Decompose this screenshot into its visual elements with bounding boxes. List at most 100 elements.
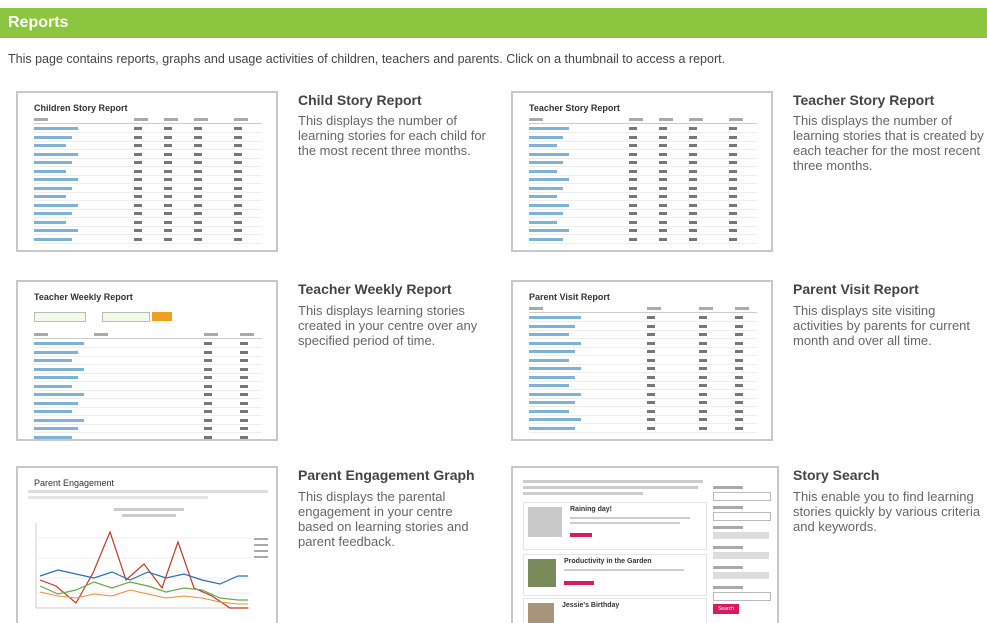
thumb-row-value [629,212,637,215]
thumb-row-value [699,358,707,362]
thumb-row-value [699,418,707,421]
thumb-row-value [629,203,637,207]
thumb-row-value [629,237,637,241]
thumb-row-name [34,393,84,396]
thumb-row-value [234,135,242,139]
teacher-story-report-thumbnail[interactable]: Teacher Story Report [511,91,773,252]
thumb-row-value [134,186,142,190]
thumb-row-value [134,169,142,173]
page-title: Reports [8,14,69,31]
thumb-row-name [34,427,78,430]
thumb-row-value [194,237,202,241]
thumb-row-name [34,178,78,181]
thumb-row-value [699,350,707,353]
thumb-row-name [34,127,78,130]
thumb-row-value [164,186,172,190]
thumb-row-value [234,152,242,156]
thumb-row-value [729,212,737,215]
thumb-row-value [194,161,202,164]
thumb-row-value [194,152,202,156]
parent-visit-report-description: This displays site visiting activities b… [793,303,971,348]
thumb-row-name [34,359,72,362]
child-story-report-thumbnail[interactable]: Children Story Report [16,91,278,252]
thumb-row-value [729,229,737,232]
thumb-table-row [34,357,262,365]
thumb-row-value [234,161,242,164]
thumb-row-value [629,220,637,224]
parent-visit-report-title[interactable]: Parent Visit Report [793,281,919,297]
thumb-row-value [194,186,202,190]
thumb-row-value [204,435,212,439]
thumb-row-value [204,350,212,354]
parent-engagement-graph-thumbnail[interactable]: Parent Engagement [16,466,278,623]
thumb-row-value [729,152,737,156]
thumb-row-value [729,135,737,139]
thumb-row-value [735,341,743,345]
thumb-row-value [699,384,707,387]
thumb-text-line [523,492,643,495]
thumb-table-row [34,340,262,348]
teacher-story-report-description: This displays the number of learning sto… [793,113,984,173]
thumb-row-value [699,341,707,345]
thumb-title: Teacher Story Report [529,103,620,113]
thumb-row-name [34,401,78,405]
thumb-row-value [689,161,697,164]
thumb-table-row [529,151,757,159]
thumb-table-row [529,331,757,339]
thumb-row-value [134,229,142,232]
thumb-row-value [204,342,212,345]
thumb-table-row [34,134,262,142]
thumb-row-value [240,367,248,371]
thumb-row-value [629,186,637,190]
thumb-row-name [34,376,78,379]
thumb-row-name [34,367,84,371]
parent-engagement-graph-title[interactable]: Parent Engagement Graph [298,467,475,483]
thumb-row-name [34,435,72,439]
thumb-row-value [234,220,242,224]
thumb-row-value [204,427,212,430]
thumb-row-value [134,220,142,224]
thumb-row-value [134,195,142,198]
thumb-row-value [647,341,655,345]
thumb-row-value [689,220,697,224]
thumb-table-row [529,408,757,416]
thumb-row-value [689,212,697,215]
thumb-table-row [529,142,757,150]
teacher-weekly-report-title[interactable]: Teacher Weekly Report [298,281,452,297]
thumb-row-value [735,350,743,353]
thumb-table-row [34,391,262,399]
story-search-title[interactable]: Story Search [793,467,879,483]
thumb-row-name [529,392,581,396]
thumb-row-value [234,237,242,241]
parent-visit-report-thumbnail[interactable]: Parent Visit Report [511,280,773,441]
teacher-weekly-report-thumbnail[interactable]: Teacher Weekly Report [16,280,278,441]
thumb-row-value [699,426,707,430]
thumb-table-row [34,400,262,408]
thumb-row-name [529,203,569,207]
thumb-row-value [164,169,172,173]
thumb-row-value [164,220,172,224]
thumb-row-value [204,359,212,362]
story-search-thumbnail[interactable]: Raining day! Productivity in the Garden … [511,466,779,623]
thumb-row-value [234,203,242,207]
thumb-row-value [659,212,667,215]
teacher-story-report-title[interactable]: Teacher Story Report [793,92,934,108]
thumb-row-value [659,135,667,139]
thumb-row-value [234,169,242,173]
thumb-table-row [34,168,262,176]
thumb-row-value [164,229,172,232]
thumb-row-name [34,169,66,173]
thumb-row-value [735,384,743,387]
thumb-row-value [134,144,142,147]
thumb-row-value [164,161,172,164]
thumb-row-value [240,384,248,388]
thumb-row-name [34,152,78,156]
thumb-table-row [529,185,757,193]
thumb-row-value [194,178,202,181]
thumb-row-name [529,324,575,328]
thumb-search-filters: Search [713,486,771,616]
thumb-table-row [34,425,262,433]
thumb-story-item: Raining day! [523,502,707,550]
child-story-report-title[interactable]: Child Story Report [298,92,422,108]
thumb-row-value [164,212,172,215]
